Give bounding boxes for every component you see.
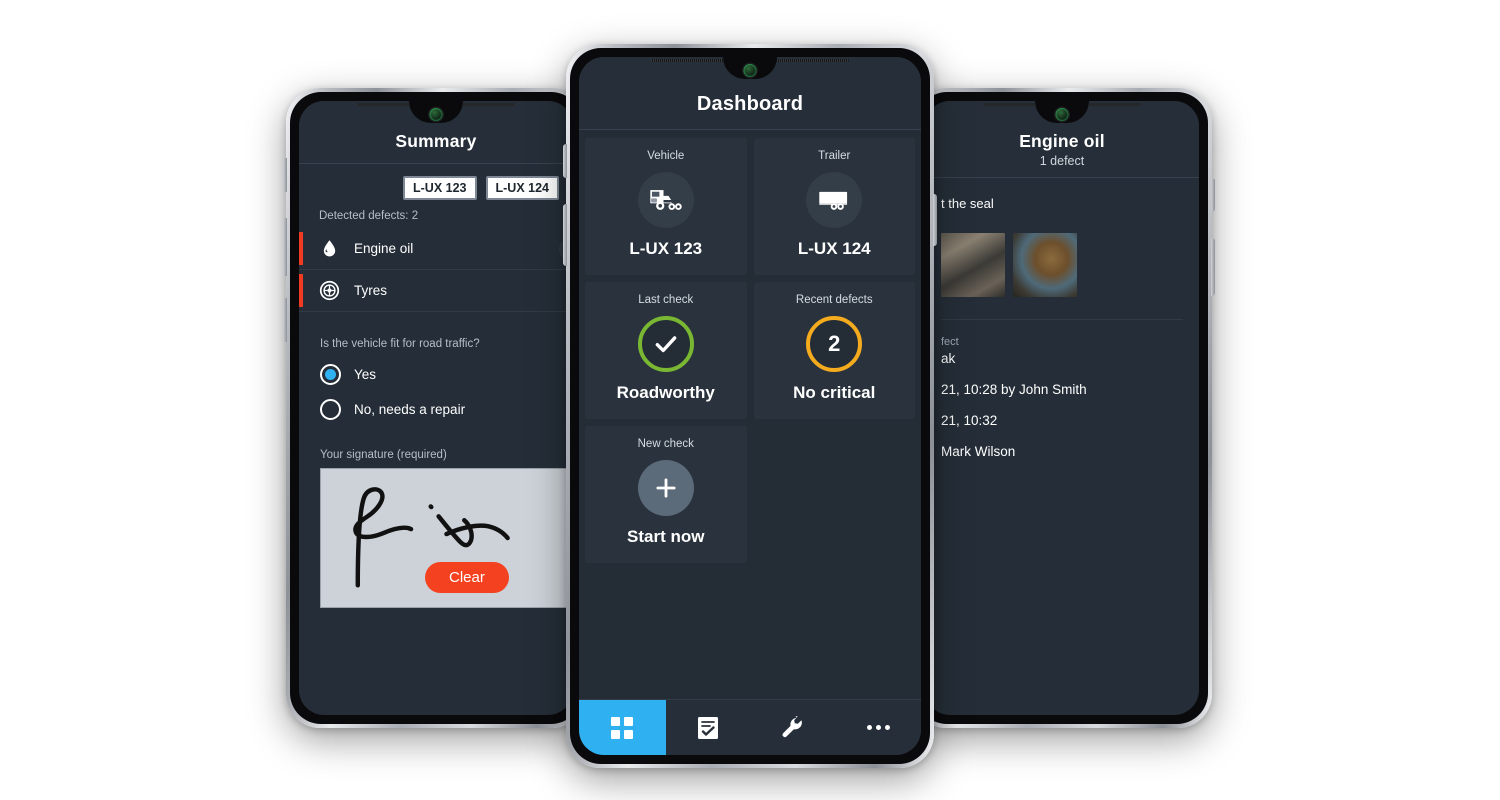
detail-field-value: ak: [941, 351, 956, 366]
plus-icon: [656, 478, 676, 498]
radio-yes-label: Yes: [354, 367, 377, 382]
nav-tab-dashboard[interactable]: [579, 700, 666, 755]
card-value: L-UX 123: [629, 239, 703, 258]
detected-defects-count: Detected defects: 2: [319, 210, 419, 222]
trailer-icon: [819, 191, 848, 210]
card-value: No critical: [793, 383, 876, 402]
phone-center-button-mute[interactable]: [563, 144, 567, 178]
card-label: New check: [637, 438, 694, 450]
detail-field-value: Mark Wilson: [941, 444, 1016, 459]
summary-header: Summary: [299, 101, 573, 164]
radio-yes-icon[interactable]: [320, 364, 341, 385]
phone-device-right: Engine oil 1 defect t the seal fect ak 2…: [912, 88, 1215, 728]
detail-field-key: fect: [941, 336, 959, 348]
new-check-circle[interactable]: [637, 460, 694, 516]
summary-body: L-UX 123 L-UX 124 Detected defects: 2 En…: [299, 164, 573, 608]
check-icon: [655, 336, 677, 353]
screenshot-stage: Summary L-UX 123 L-UX 124 Detected defec…: [0, 0, 1500, 800]
phone-device-left: Summary L-UX 123 L-UX 124 Detected defec…: [283, 88, 586, 728]
card-label: Recent defects: [795, 294, 873, 306]
page-subtitle: 1 defect: [1039, 154, 1085, 168]
photo-thumbnail[interactable]: [1013, 233, 1077, 297]
dashboard-header: Dashboard: [579, 57, 921, 130]
tyre-icon: [319, 280, 340, 301]
chip-trailer-plate[interactable]: L-UX 124: [485, 176, 559, 200]
page-title: Dashboard: [696, 93, 804, 115]
card-vehicle[interactable]: Vehicle L-UX 123: [585, 138, 747, 275]
phone-center-bezel: Dashboard Vehicle L-UX 123 Trailer L-UX …: [570, 48, 930, 764]
defect-count-badge: 2: [828, 331, 841, 356]
phone-center-button-power[interactable]: [933, 194, 937, 246]
card-trailer[interactable]: Trailer L-UX 124: [753, 138, 915, 275]
nav-tab-checklist[interactable]: [666, 700, 751, 755]
clear-signature-button[interactable]: Clear: [425, 562, 509, 593]
signature-pad[interactable]: Clear: [320, 468, 573, 608]
detail-field-value: 21, 10:32: [941, 413, 998, 428]
phone-left-button-power[interactable]: [283, 298, 287, 342]
card-icon-container: [637, 172, 694, 228]
bottom-navigation-bar: [579, 699, 921, 755]
last-check-status-ring: [637, 316, 694, 372]
dashboard-card-grid: Vehicle L-UX 123 Trailer L-UX 124 Last c…: [585, 138, 915, 563]
defect-label: Tyres: [354, 283, 388, 298]
page-title: Summary: [395, 131, 477, 151]
oil-drop-icon: [323, 240, 336, 257]
screen-dashboard: Dashboard Vehicle L-UX 123 Trailer L-UX …: [579, 57, 921, 755]
detail-field-value: 21, 10:28 by John Smith: [941, 382, 1087, 397]
phone-center-button-volume[interactable]: [563, 204, 567, 266]
card-label: Trailer: [818, 150, 851, 162]
card-label: Last check: [638, 294, 694, 306]
defect-photo-thumbnails: [941, 233, 1183, 297]
page-title: Engine oil: [1019, 131, 1105, 151]
defect-row-engine-oil[interactable]: Engine oil: [299, 228, 573, 270]
radio-no-label: No, needs a repair: [354, 402, 466, 417]
detail-field: 21, 10:28 by John Smith: [941, 382, 1183, 397]
detail-field: fect ak: [941, 336, 1183, 366]
checklist-icon: [698, 716, 719, 739]
recent-defects-ring: 2: [806, 316, 863, 372]
card-recent-defects[interactable]: Recent defects 2 No critical: [753, 282, 915, 419]
truck-icon: [650, 190, 682, 210]
photo-thumbnail[interactable]: [941, 233, 1005, 297]
vehicle-chip-row: L-UX 123 L-UX 124: [299, 164, 573, 206]
defect-description: t the seal: [941, 196, 994, 211]
phone-left-bezel: Summary L-UX 123 L-UX 124 Detected defec…: [290, 92, 582, 724]
radio-option-no[interactable]: No, needs a repair: [299, 392, 573, 427]
phone-device-center: Dashboard Vehicle L-UX 123 Trailer L-UX …: [563, 44, 937, 768]
defect-row-tyres[interactable]: Tyres: [299, 270, 573, 312]
roadworthy-question: Is the vehicle fit for road traffic?: [320, 338, 480, 350]
detail-field: 21, 10:32: [941, 413, 1183, 428]
card-new-check[interactable]: New check Start now: [585, 426, 747, 563]
phone-left-button-mute[interactable]: [283, 158, 287, 192]
card-icon-container: [806, 172, 863, 228]
defect-detail-body: t the seal fect ak 21, 10:28 by John Smi…: [925, 178, 1199, 459]
card-value: Roadworthy: [616, 383, 715, 402]
card-last-check[interactable]: Last check Roadworthy: [585, 282, 747, 419]
more-dots-icon: [866, 725, 890, 730]
radio-option-yes[interactable]: Yes: [299, 357, 573, 392]
screen-summary: Summary L-UX 123 L-UX 124 Detected defec…: [299, 101, 573, 715]
nav-tab-more[interactable]: [836, 700, 921, 755]
chip-vehicle-plate[interactable]: L-UX 123: [403, 176, 477, 200]
card-value: L-UX 124: [797, 239, 871, 258]
divider: [941, 319, 1183, 320]
screen-defect-detail: Engine oil 1 defect t the seal fect ak 2…: [925, 101, 1199, 715]
card-label: Vehicle: [647, 150, 685, 162]
dashboard-body: Vehicle L-UX 123 Trailer L-UX 124 Last c…: [579, 130, 921, 699]
signature-label: Your signature (required): [320, 449, 447, 461]
nav-tab-maintenance[interactable]: [751, 700, 836, 755]
detail-field: Mark Wilson: [941, 444, 1183, 459]
phone-right-button-volume[interactable]: [1211, 238, 1215, 296]
radio-no-icon[interactable]: [320, 399, 341, 420]
card-value: Start now: [627, 527, 705, 546]
defect-header: Engine oil 1 defect: [925, 101, 1199, 178]
card-placeholder: [754, 426, 916, 563]
phone-left-button-volume[interactable]: [283, 218, 287, 276]
wrench-icon: [782, 715, 803, 737]
phone-right-button-power[interactable]: [1211, 178, 1215, 212]
phone-right-bezel: Engine oil 1 defect t the seal fect ak 2…: [916, 92, 1208, 724]
grid-icon: [611, 716, 634, 739]
defect-label: Engine oil: [354, 241, 414, 256]
